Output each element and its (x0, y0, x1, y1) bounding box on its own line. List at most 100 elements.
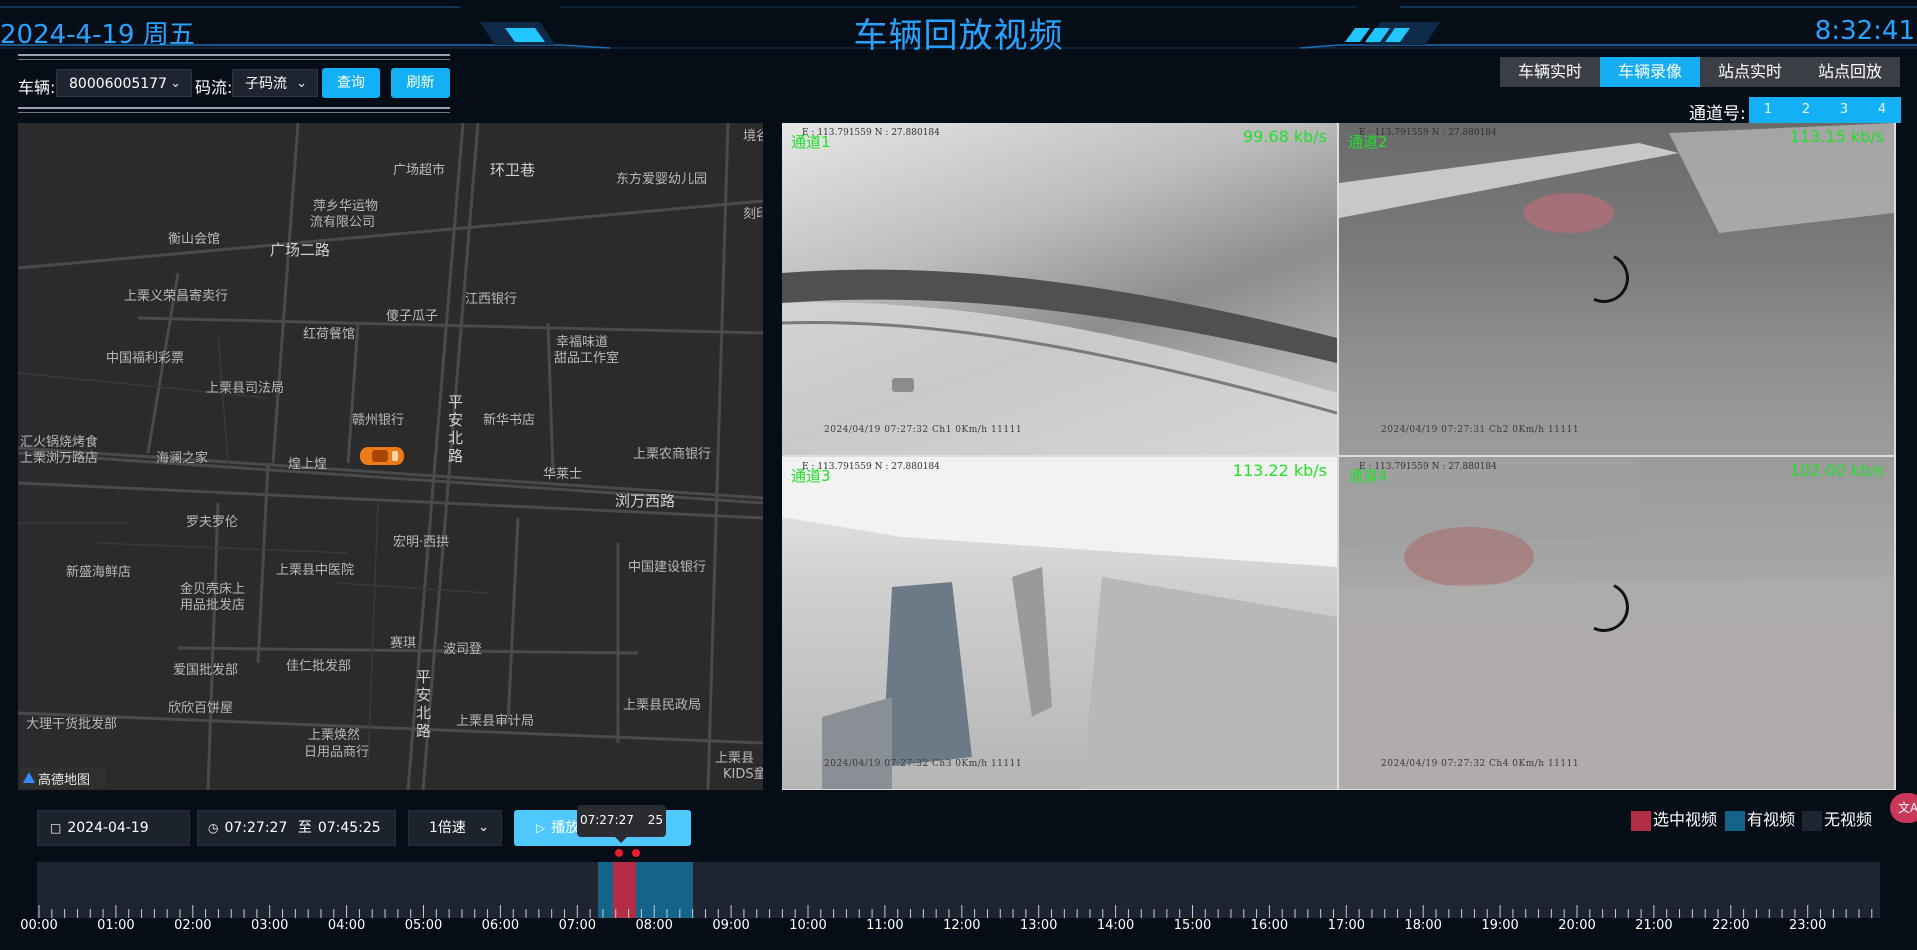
map-label: KIDS童 (723, 767, 763, 782)
hour-label: 08:00 (635, 918, 673, 933)
map-label: 赛琪 (390, 636, 417, 651)
map-label: 大理干货批发部 (26, 717, 118, 732)
map-label: 上栗县审计局 (456, 714, 535, 729)
tab-station-live[interactable]: 站点实时 (1700, 57, 1800, 87)
divider-top-2 (18, 59, 450, 60)
date-picker-value: 2024-04-19 (67, 820, 149, 836)
map-label: 上栗农商银行 (633, 447, 712, 462)
calendar-icon: □ (50, 821, 62, 835)
divider-bottom-2 (18, 112, 450, 113)
play-icon: ▷ (536, 821, 546, 835)
channel-1-button[interactable]: 1 (1749, 97, 1787, 123)
translate-icon[interactable]: 文A (1890, 793, 1917, 823)
channel-label: 通道3 (791, 467, 831, 485)
speed-select[interactable]: 1倍速 ⌄ (408, 810, 502, 846)
hour-label: 07:00 (558, 918, 597, 933)
map-label: 中国福利彩票 (106, 351, 185, 366)
bitrate: 99.68 kb/s (1242, 127, 1327, 146)
divider-bottom (18, 107, 450, 109)
map-label: 罗夫罗伦 (186, 515, 239, 530)
map-road-label: 平安北路 (448, 393, 464, 465)
hour-label: 02:00 (174, 918, 212, 933)
tooltip-arrow (615, 837, 627, 843)
map-label: 宏明·西拱 (393, 535, 450, 550)
legend-label: 有视频 (1747, 810, 1796, 829)
hour-label: 03:00 (250, 918, 289, 933)
video-timestamp: 2024/04/19 07:27:32 Ch1 0Km/h 11111 (824, 425, 1023, 435)
map-label: 上栗县中医院 (276, 563, 355, 578)
channel-4-button[interactable]: 4 (1863, 97, 1901, 123)
channel-label: 通道1 (791, 133, 831, 151)
map-label: 海澜之家 (156, 451, 209, 466)
map-label: 煌上煌 (288, 457, 328, 472)
hour-label: 13:00 (1019, 918, 1058, 933)
map-label: 傻子瓜子 (386, 309, 439, 324)
stream-select[interactable]: 子码流 ⌄ (232, 69, 318, 97)
hour-label: 01:00 (97, 918, 135, 933)
stream-label: 码流: (195, 78, 233, 97)
chevron-down-icon: ⌄ (170, 76, 181, 91)
hour-label: 21:00 (1635, 918, 1673, 933)
tooltip-extra: 25 (647, 813, 663, 827)
legend-swatch (1802, 810, 1822, 831)
channel-3-button[interactable]: 3 (1825, 97, 1863, 123)
hour-label: 19:00 (1481, 918, 1519, 933)
map-label: 用品批发店 (180, 598, 246, 613)
legend-no-video: 无视频 (1802, 809, 1872, 831)
map-brand: 高德地图 (20, 768, 106, 788)
map-label: 甜品工作室 (554, 351, 620, 366)
date-picker[interactable]: □ 2024-04-19 (37, 810, 190, 846)
hour-label: 18:00 (1404, 918, 1442, 933)
map-label: 上栗浏万路店 (20, 451, 99, 466)
video-channel-3[interactable]: E : 113.791559 N : 27.880184 通道3 113.22 … (782, 457, 1337, 789)
map-label: 上栗县民政局 (623, 698, 702, 713)
tooltip-time: 07:27:27 (579, 813, 634, 827)
tab-station-playback[interactable]: 站点回放 (1800, 57, 1900, 87)
time-separator: 至 (297, 820, 312, 836)
range-end-handle[interactable] (631, 849, 640, 857)
page-title: 车辆回放视频 (853, 16, 1064, 56)
bitrate: 113.15 kb/s (1789, 127, 1884, 146)
vehicle-marker-icon[interactable] (358, 443, 408, 469)
video-channel-2[interactable]: E : 113.791559 N : 27.880184 通道2 113.15 … (1339, 123, 1894, 455)
refresh-button[interactable]: 刷新 (391, 68, 450, 98)
time-end: 07:45:25 (317, 820, 381, 836)
vehicle-label: 车辆: (18, 78, 56, 97)
map-label: 赣州银行 (352, 413, 405, 428)
chevron-down-icon: ⌄ (478, 820, 489, 835)
video-channel-4[interactable]: E : 113.791559 N : 27.880184 通道4 102.00 … (1339, 457, 1894, 789)
map-label: 欣欣百饼屋 (168, 701, 234, 716)
vehicle-select[interactable]: 80006005177 ⌄ (56, 69, 192, 97)
hour-label: 06:00 (481, 918, 520, 933)
map-label: 广场二路 (270, 241, 331, 259)
video-channel-1[interactable]: E : 113.791559 N : 27.880184 通道1 99.68 k… (782, 123, 1337, 455)
map-road-label-2: 平安北路 (416, 668, 432, 740)
hour-label: 22:00 (1712, 918, 1750, 933)
map-panel[interactable]: 广场超市 环卫巷 东方爱婴幼儿园 萍乡华运物 流有限公司 衡山会馆 广场二路 上… (18, 123, 763, 790)
map-label: 爱国批发部 (173, 663, 239, 678)
channel-label: 通道号: (1689, 104, 1746, 124)
map-label: 江西银行 (465, 292, 518, 307)
map-label: 中国建设银行 (628, 560, 707, 575)
time-range-picker[interactable]: ◷ 07:27:27 至 07:45:25 (197, 810, 396, 846)
bitrate: 113.22 kb/s (1232, 461, 1327, 480)
time-start: 07:27:27 (224, 820, 288, 836)
hour-label: 12:00 (943, 918, 981, 933)
tab-vehicle-live[interactable]: 车辆实时 (1500, 57, 1600, 87)
timeline-track[interactable] (37, 862, 1880, 918)
map-label: 刻印 (743, 207, 763, 222)
map-label: 上栗义荣昌寄卖行 (124, 289, 229, 304)
map-label: 流有限公司 (310, 215, 376, 230)
tab-vehicle-recording[interactable]: 车辆录像 (1600, 57, 1700, 87)
map-label: 衡山会馆 (168, 232, 221, 247)
bitrate: 102.00 kb/s (1789, 461, 1884, 480)
hour-label: 14:00 (1096, 918, 1135, 933)
map-label: 红荷餐馆 (303, 327, 356, 342)
map-label: 环卫巷 (490, 161, 536, 179)
legend-label: 选中视频 (1653, 810, 1718, 829)
timeline-ticks (38, 905, 1873, 918)
query-button[interactable]: 查询 (322, 68, 380, 98)
map-label: 佳仁批发部 (286, 659, 352, 674)
channel-2-button[interactable]: 2 (1787, 97, 1825, 123)
range-start-handle[interactable] (614, 849, 623, 857)
